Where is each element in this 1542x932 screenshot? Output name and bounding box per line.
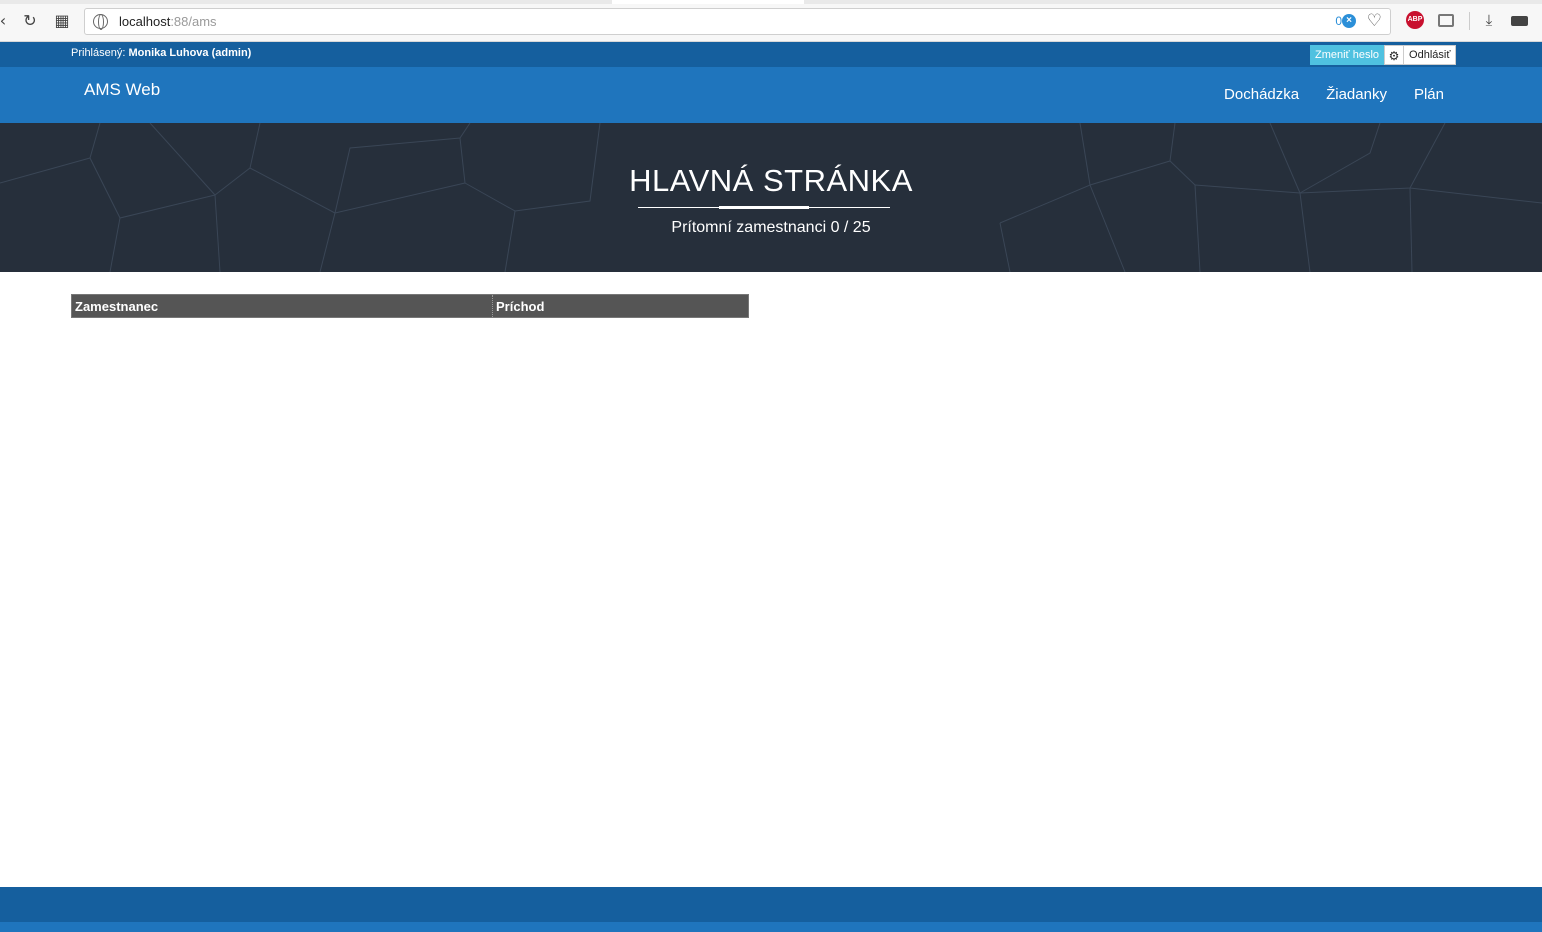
title-divider-accent [719, 206, 809, 209]
logged-user: Prihlásený: Monika Luhova (admin) [71, 47, 252, 59]
globe-icon [93, 14, 108, 30]
address-bar[interactable]: localhost:88/ams 0 × ♡ [84, 8, 1391, 35]
reload-icon[interactable]: ↻ [21, 12, 39, 30]
account-buttons: Zmeniť heslo ⚙ Odhlásiť [1310, 45, 1457, 65]
logout-button[interactable]: Odhlásiť [1404, 45, 1457, 65]
download-icon[interactable]: ⤓ [1480, 11, 1498, 29]
toolbar-divider [1469, 12, 1470, 30]
nav-link-plan[interactable]: Plán [1414, 86, 1444, 103]
active-tab[interactable] [612, 0, 804, 4]
browser-toolbar: ‹ ↻ ▦ localhost:88/ams 0 × ♡ ABP ⤓ [0, 0, 1542, 42]
change-password-button[interactable]: Zmeniť heslo [1310, 45, 1385, 65]
cast-icon[interactable] [1438, 14, 1454, 27]
url-text[interactable]: localhost:88/ams [119, 14, 217, 29]
column-header-employee[interactable]: Zamestnanec [72, 295, 493, 317]
nav-link-attendance[interactable]: Dochádzka [1224, 86, 1299, 103]
footer-strip [0, 922, 1542, 932]
page-hero: HLAVNÁ STRÁNKA Prítomní zamestnanci 0 / … [0, 123, 1542, 272]
user-bar: Prihlásený: Monika Luhova (admin) Zmeniť… [0, 42, 1542, 67]
main-navbar: AMS Web Dochádzka Žiadanky Plán [0, 67, 1542, 123]
nav-link-requests[interactable]: Žiadanky [1326, 86, 1387, 103]
user-name: Monika Luhova (admin) [128, 47, 252, 59]
back-icon[interactable]: ‹ [0, 12, 12, 30]
nav-links: Dochádzka Žiadanky Plán [1224, 86, 1444, 103]
gear-icon[interactable]: ⚙ [1384, 45, 1405, 65]
brand-link[interactable]: AMS Web [84, 80, 160, 100]
column-header-arrival[interactable]: Príchod [493, 295, 748, 317]
grid-icon[interactable]: ▦ [53, 12, 71, 30]
battery-icon [1511, 16, 1528, 26]
attendance-table: Zamestnanec Príchod [71, 294, 749, 318]
heart-icon[interactable]: ♡ [1367, 11, 1382, 31]
close-icon[interactable]: × [1342, 14, 1356, 28]
present-employees-count: Prítomní zamestnanci 0 / 25 [671, 219, 871, 236]
tab-strip [0, 0, 1542, 4]
adblock-icon[interactable]: ABP [1406, 11, 1424, 29]
blocked-count: 0 [1335, 14, 1342, 28]
page-title: HLAVNÁ STRÁNKA [629, 163, 913, 198]
